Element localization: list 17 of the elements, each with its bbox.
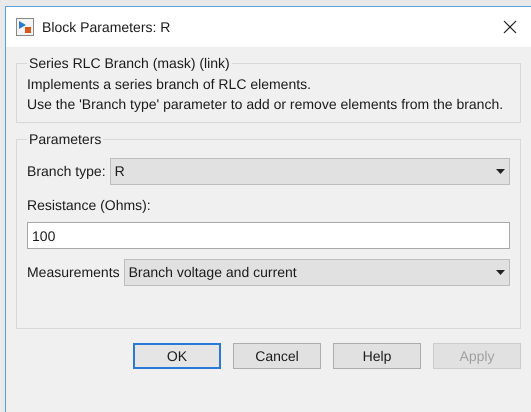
group-title: Series RLC Branch (mask) (link): [28, 54, 231, 73]
description-text: Use the 'Branch type' parameter to add or remove elements from the branch.: [27, 95, 504, 114]
caret-icon: [496, 169, 505, 174]
field-label: Branch type:: [27, 162, 106, 181]
block-icon: [16, 18, 34, 36]
field-label: Measurements: [27, 263, 120, 282]
dropdown[interactable]: R: [110, 158, 510, 185]
group-title: Parameters: [28, 130, 102, 149]
dropdown[interactable]: Branch voltage and current: [124, 259, 510, 286]
description-text: Implements a series branch of RLC elements.: [27, 75, 312, 94]
dialog-button[interactable]: Cancel: [233, 343, 321, 369]
dialog-button[interactable]: OK: [133, 343, 221, 369]
window-title: Block Parameters: R: [42, 18, 170, 36]
caret-icon: [496, 270, 505, 275]
dialog-button[interactable]: Help: [333, 343, 421, 369]
field-label: Resistance (Ohms):: [27, 196, 152, 215]
input-field[interactable]: 100: [27, 222, 510, 249]
